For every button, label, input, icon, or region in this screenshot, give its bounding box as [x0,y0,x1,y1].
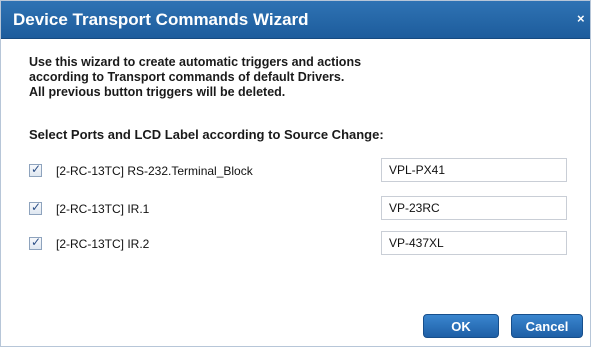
dialog-title: Device Transport Commands Wizard [13,10,309,29]
port-label: [2-RC-13TC] RS-232.Terminal_Block [56,164,253,178]
intro-line: Use this wizard to create automatic trig… [29,55,362,69]
intro-line: All previous button triggers will be del… [29,85,286,99]
title-bar: Device Transport Commands Wizard × [1,1,590,39]
port-label: [2-RC-13TC] IR.1 [56,202,150,216]
port-checkbox[interactable]: ✓ [29,162,42,177]
port-checkbox[interactable]: ✓ [29,200,42,215]
checkmark-icon: ✓ [31,200,42,214]
port-row: ✓ [2-RC-13TC] IR.2 [1,231,591,257]
wizard-dialog: Device Transport Commands Wizard × Use t… [0,0,591,347]
port-checkbox[interactable]: ✓ [29,235,42,250]
lcd-label-input[interactable] [381,196,567,220]
lcd-label-input[interactable] [381,231,567,255]
port-row: ✓ [2-RC-13TC] RS-232.Terminal_Block [1,158,591,184]
intro-line: according to Transport commands of defau… [29,70,345,84]
close-icon[interactable]: × [577,11,585,26]
port-row: ✓ [2-RC-13TC] IR.1 [1,196,591,222]
checkmark-icon: ✓ [31,162,42,176]
lcd-label-input[interactable] [381,158,567,182]
section-label: Select Ports and LCD Label according to … [29,127,384,142]
ok-button[interactable]: OK [423,314,499,338]
checkmark-icon: ✓ [31,235,42,249]
port-label: [2-RC-13TC] IR.2 [56,237,150,251]
intro-text: Use this wizard to create automatic trig… [29,55,549,100]
cancel-button[interactable]: Cancel [511,314,583,338]
